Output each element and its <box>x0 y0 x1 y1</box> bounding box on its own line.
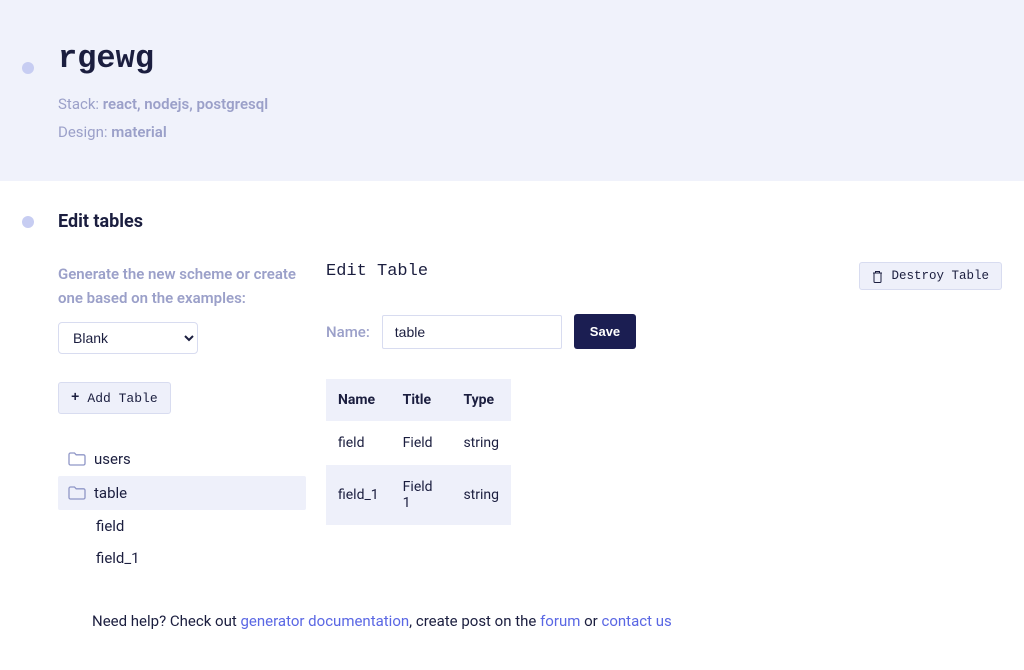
stack-line: Stack: react, nodejs, postgresql <box>58 95 1002 113</box>
add-table-label: Add Table <box>87 391 157 406</box>
cell-type: string <box>451 421 511 465</box>
edit-tables-title: Edit tables <box>58 211 1002 232</box>
help-text: or <box>580 612 601 630</box>
scheme-hint: Generate the new scheme or create one ba… <box>58 262 306 310</box>
destroy-table-button[interactable]: Destroy Table <box>859 262 1002 290</box>
scheme-select[interactable]: Blank <box>58 322 198 354</box>
edit-tables-section: Edit tables Generate the new scheme or c… <box>0 181 1024 594</box>
doc-link[interactable]: generator documentation <box>241 612 410 630</box>
tables-tree: users table field field_1 <box>58 442 306 574</box>
help-footer: Need help? Check out generator documenta… <box>0 594 1024 670</box>
field-item[interactable]: field_1 <box>58 542 306 574</box>
table-item-users[interactable]: users <box>58 442 306 476</box>
field-item-label: field <box>96 517 124 535</box>
cell-title: Field 1 <box>391 465 452 525</box>
project-header: rgewg Stack: react, nodejs, postgresql D… <box>0 0 1024 181</box>
tables-sidebar: Generate the new scheme or create one ba… <box>58 262 306 574</box>
add-table-button[interactable]: + Add Table <box>58 382 171 414</box>
field-item[interactable]: field <box>58 510 306 542</box>
field-item-label: field_1 <box>96 549 140 567</box>
fields-table: Name Title Type field Field string <box>326 379 511 525</box>
design-label: Design: <box>58 123 108 141</box>
folder-icon <box>68 486 86 500</box>
save-button[interactable]: Save <box>574 314 636 349</box>
cell-name: field <box>326 421 391 465</box>
table-item-label: users <box>94 450 131 468</box>
cell-name: field_1 <box>326 465 391 525</box>
help-text: , create post on the <box>409 612 540 630</box>
design-value: material <box>111 123 166 141</box>
trash-icon <box>872 270 883 283</box>
col-type: Type <box>451 379 511 421</box>
step-bullet <box>22 216 34 228</box>
cell-type: string <box>451 465 511 525</box>
col-name: Name <box>326 379 391 421</box>
plus-icon: + <box>71 390 79 406</box>
table-row[interactable]: field_1 Field 1 string <box>326 465 511 525</box>
stack-label: Stack: <box>58 95 99 113</box>
table-item-table[interactable]: table <box>58 476 306 510</box>
table-editor: Edit Table Destroy Table Name: Save <box>326 262 1002 574</box>
stack-value: react, nodejs, postgresql <box>103 95 268 113</box>
forum-link[interactable]: forum <box>540 612 580 630</box>
project-title: rgewg <box>58 40 1002 77</box>
edit-table-title: Edit Table <box>326 262 428 281</box>
table-name-input[interactable] <box>382 315 562 349</box>
design-line: Design: material <box>58 123 1002 141</box>
step-bullet <box>22 62 34 74</box>
table-name-label: Name: <box>326 323 370 341</box>
col-title: Title <box>391 379 452 421</box>
table-row[interactable]: field Field string <box>326 421 511 465</box>
table-item-label: table <box>94 484 127 502</box>
folder-icon <box>68 452 86 466</box>
cell-title: Field <box>391 421 452 465</box>
contact-link[interactable]: contact us <box>601 612 671 630</box>
help-text: Need help? Check out <box>92 612 241 630</box>
destroy-table-label: Destroy Table <box>891 269 989 283</box>
